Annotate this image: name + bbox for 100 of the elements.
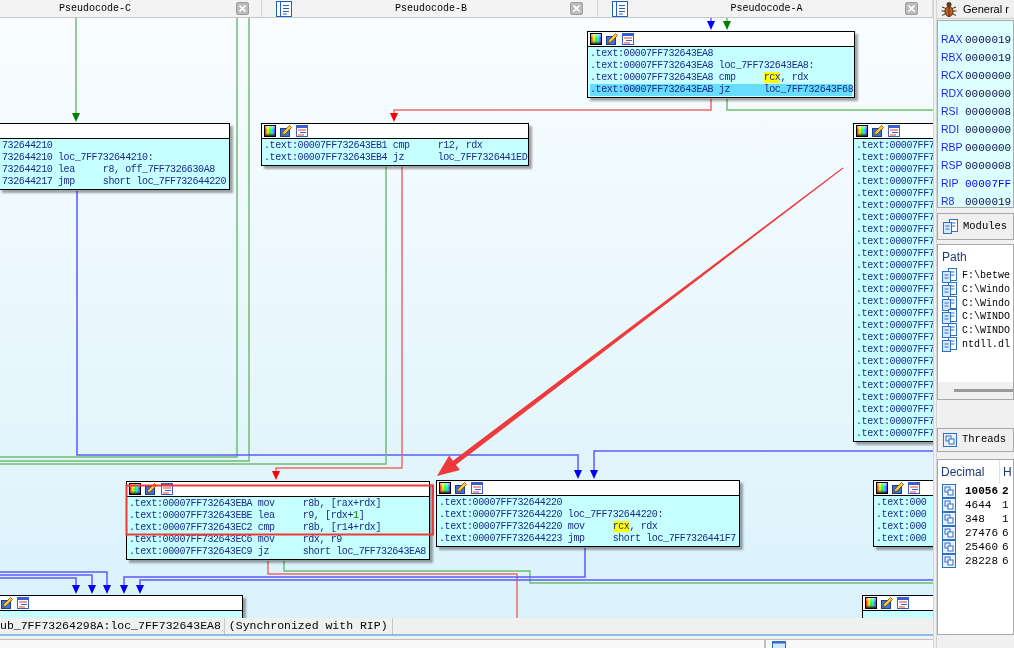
code-line[interactable]: .text:00007FF7 (856, 344, 933, 356)
code-line[interactable]: .text:00007FF7 (856, 296, 933, 308)
close-icon (239, 5, 246, 12)
code-line[interactable]: .text:00007FF7 (856, 368, 933, 380)
code-line[interactable]: .text:00007FF7 (856, 308, 933, 320)
register-name: RSP (941, 158, 964, 174)
pencil-icon[interactable] (872, 125, 884, 137)
code-line[interactable]: .text:00007FF732643EBE lea r9, [rdx+1] (129, 510, 365, 522)
code-line[interactable]: 732644210 loc_7FF732644210: (2, 152, 154, 164)
register-value: 0000008 (965, 158, 1012, 174)
code-line[interactable]: .text:00007FF7 (856, 332, 933, 344)
close-button[interactable] (570, 2, 583, 15)
code-line[interactable]: 732644210 lea r8, off_7FF7326630A8 (2, 164, 215, 176)
bug-icon (941, 1, 957, 17)
code-line[interactable]: .text:00007FF732643EB1 cmp r12, rdx (264, 140, 483, 152)
list-icon[interactable] (897, 597, 909, 609)
module-icon (942, 336, 957, 352)
pencil-icon[interactable] (145, 483, 157, 495)
list-icon[interactable] (888, 125, 900, 137)
code-line[interactable]: .text:00007FF7 (856, 428, 933, 440)
code-line[interactable]: .text:00007FF7 (856, 380, 933, 392)
code-line[interactable]: 732644217 jmp short loc_7FF732644220 (2, 176, 227, 188)
code-line[interactable]: .text:00007FF732643EC6 mov rdx, r9 (129, 534, 342, 546)
code-line[interactable]: .text:00007FF732643EA8 loc_7FF732643EA8: (590, 60, 815, 72)
palette-icon[interactable] (264, 125, 276, 137)
code-line[interactable]: .text:00007FF7 (856, 152, 933, 164)
pencil-icon[interactable] (606, 33, 618, 45)
code-line[interactable]: .text:00007FF7 (856, 416, 933, 428)
list-icon[interactable] (908, 482, 920, 494)
code-line[interactable]: .text:00007FF732644223 jmp short loc_7FF7326441F7 (439, 533, 736, 545)
code-line[interactable]: 732644210 (2, 140, 53, 152)
code-line[interactable]: .text:000 (876, 521, 927, 533)
module-icon (943, 219, 958, 234)
register-name: RSI (941, 104, 960, 120)
pencil-icon[interactable] (280, 125, 292, 137)
list-icon[interactable] (471, 482, 483, 494)
palette-icon[interactable] (865, 597, 877, 609)
code-line[interactable]: .text:00007FF7 (856, 392, 933, 404)
list-icon[interactable] (161, 483, 173, 495)
close-button[interactable] (905, 2, 918, 15)
pencil-icon[interactable] (892, 482, 904, 494)
code-line[interactable]: .text:00007FF7 (856, 272, 933, 284)
code-line[interactable]: .text:00007FF7 (856, 284, 933, 296)
palette-icon[interactable] (590, 33, 602, 45)
code-line[interactable]: .text:00007FF7 (856, 212, 933, 224)
code-line[interactable]: .text:00007FF7 (856, 320, 933, 332)
palette-icon[interactable] (876, 482, 888, 494)
code-line[interactable]: .text:00007FF7 (856, 224, 933, 236)
module-path[interactable]: C:\WINDO (962, 323, 1010, 339)
code-line[interactable]: .text:00007FF7 (856, 356, 933, 368)
pencil-icon[interactable] (881, 597, 893, 609)
panel-header-title: Threads (962, 432, 1007, 448)
list-icon[interactable] (296, 125, 308, 137)
thread-icon (943, 433, 957, 447)
pencil-icon[interactable] (455, 482, 467, 494)
code-line[interactable]: .text:00007FF732644220 loc_7FF732644220: (439, 509, 664, 521)
code-line[interactable]: .text:00007FF7 (856, 248, 933, 260)
code-line[interactable]: .text:00007FF7 (856, 200, 933, 212)
code-line[interactable]: .text:000 (876, 509, 927, 521)
scrollbar[interactable] (938, 382, 1013, 399)
pencil-icon[interactable] (1, 597, 13, 609)
palette-icon[interactable] (856, 125, 868, 137)
column-header[interactable]: H (1000, 463, 1012, 481)
panel-title: General r (963, 1, 1009, 17)
code-line[interactable]: .text:000 (876, 533, 927, 545)
scrollbar-thumb[interactable] (954, 389, 1013, 392)
code-line[interactable]: .text:00007FF732644220 mov rcx, rdx (439, 521, 658, 533)
register-value: 0000000 (965, 122, 1012, 138)
code-line[interactable]: .text:000 (876, 497, 927, 509)
close-button[interactable] (236, 2, 249, 15)
module-path[interactable]: C:\Windo (962, 282, 1010, 298)
code-line[interactable]: .text:00007FF7 (856, 188, 933, 200)
window-icon[interactable] (772, 641, 786, 648)
module-path[interactable]: ntdll.dl (962, 336, 1010, 352)
code-line[interactable]: .text:00007FF732643EB4 jz loc_7FF7326441ED (264, 152, 528, 164)
register-value: 0000019 (965, 32, 1012, 48)
module-path[interactable]: F:\betwe (962, 268, 1010, 284)
palette-icon[interactable] (439, 482, 451, 494)
code-line[interactable]: .text:00007FF732644220 (439, 497, 563, 509)
close-icon (573, 5, 580, 12)
register-value: 0000000 (965, 86, 1012, 102)
code-line[interactable]: .text:00007FF7 (856, 236, 933, 248)
code-line[interactable]: .text:00007FF732643EA8 cmp rcx, rdx (590, 72, 809, 84)
register-value: 00007FF (965, 176, 1012, 192)
code-line[interactable]: .text:00007FF7 (856, 164, 933, 176)
module-path[interactable]: C:\Windo (962, 295, 1010, 311)
code-line[interactable]: .text:00007FF732643EBA mov r8b, [rax+rdx] (129, 498, 382, 510)
module-path[interactable]: C:\WINDO (962, 309, 1010, 325)
code-line[interactable]: .text:00007FF7 (856, 404, 933, 416)
code-line[interactable]: .text:00007FF732643EA8 (590, 48, 714, 60)
list-icon[interactable] (17, 597, 29, 609)
code-line[interactable]: .text:00007FF7 (856, 176, 933, 188)
code-line[interactable]: .text:00007FF7 (856, 140, 933, 152)
code-line[interactable]: .text:00007FF732643EC2 cmp r8b, [r14+rdx] (129, 522, 382, 534)
code-line[interactable]: .text:00007FF7 (856, 260, 933, 272)
register-name: RAX (941, 32, 964, 48)
code-line[interactable]: .text:00007FF732643EC9 jz short loc_7FF732643EA8 (129, 546, 426, 558)
thread-icon (942, 512, 956, 526)
list-icon[interactable] (622, 33, 634, 45)
column-header[interactable]: Path (942, 248, 967, 266)
